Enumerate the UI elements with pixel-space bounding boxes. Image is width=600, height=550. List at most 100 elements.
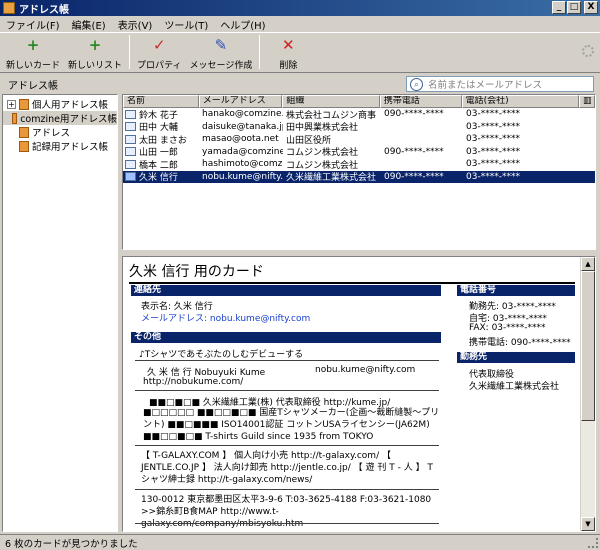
search-icon: ⌕ <box>410 77 423 91</box>
column-header-name[interactable]: 名前 <box>123 95 199 108</box>
menu-help[interactable]: ヘルプ(H) <box>214 17 271 32</box>
contact-section-header: 連絡先 <box>131 285 441 296</box>
table-row[interactable]: 山田 一郎 yamada@comzine.net コムジン株式会社 090-**… <box>123 146 595 159</box>
toolbar-separator <box>259 35 261 69</box>
title-bar: アドレス帳 _ □ X <box>0 0 600 16</box>
memo-line-1: ♪Tシャツであそぶたのしむデビューする <box>139 350 304 360</box>
row-work-phone: 03-****-**** <box>466 159 520 170</box>
status-bar: 6 枚のカードが見つかりました <box>0 534 600 550</box>
tree-item-address[interactable]: アドレス <box>3 125 117 139</box>
row-email: hashimoto@comzine... <box>202 159 283 170</box>
close-button[interactable]: X <box>584 1 598 14</box>
row-org: 田中興業株式会社 <box>286 123 359 134</box>
row-org: 株式会社コムジン商事 <box>286 110 377 121</box>
row-name: 太田 まさお <box>139 135 187 146</box>
list-header: 名前 メールアドレス 組織 携帯電話 電話(会社) ▥ <box>123 95 595 108</box>
scroll-thumb[interactable] <box>581 271 595 421</box>
new-list-button[interactable]: + 新しいリスト <box>64 33 126 71</box>
row-work-phone: 03-****-**** <box>466 146 520 157</box>
delete-button[interactable]: ✕ 削除 <box>263 33 313 71</box>
row-work-phone: 03-****-**** <box>466 121 520 132</box>
compose-button[interactable]: ✎ メッセージ作成 <box>186 33 257 71</box>
memo-divider <box>135 360 439 361</box>
table-row[interactable]: 田中 大輔 daisuke@tanaka.jp 田中興業株式会社 03-****… <box>123 121 595 134</box>
expand-icon[interactable]: + <box>7 99 16 109</box>
tree-item-label: comzine用アドレス帳 <box>20 114 117 125</box>
new-card-label: 新しいカード <box>6 61 61 71</box>
window-controls: _ □ X <box>552 1 598 14</box>
row-name: 久米 信行 <box>139 173 178 184</box>
tree-item-record[interactable]: 記録用アドレス帳 <box>3 139 117 153</box>
row-mobile: 090-****-**** <box>384 109 444 120</box>
row-email: masao@oota.net <box>202 134 279 145</box>
memo-email: nobu.kume@nifty.com <box>315 365 416 375</box>
row-work-phone: 03-****-**** <box>466 109 520 120</box>
card-view: 久米 信行 用のカード 連絡先 表示名: 久米 信行 メールアドレス: nobu… <box>122 256 596 532</box>
addressbook-icon <box>19 140 29 152</box>
compose-icon: ✎ <box>214 36 228 54</box>
table-row-selected[interactable]: 久米 信行 nobu.kume@nifty.com 久米繊維工業株式会社 090… <box>123 170 595 184</box>
compose-label: メッセージ作成 <box>189 61 253 71</box>
menu-file[interactable]: ファイル(F) <box>0 17 66 32</box>
memo-divider <box>135 390 439 391</box>
properties-icon: ✓ <box>152 36 166 54</box>
column-header-mobile[interactable]: 携帯電話 <box>379 95 462 108</box>
email-link[interactable]: nobu.kume@nifty.com <box>210 314 310 324</box>
tree-item-label: 個人用アドレス帳 <box>32 100 109 111</box>
addressbook-icon <box>11 112 18 124</box>
memo-divider <box>135 523 439 524</box>
work-org: 久米繊維工業株式会社 <box>469 382 560 392</box>
toolbar-separator <box>129 35 131 69</box>
email-line: メールアドレス: nobu.kume@nifty.com <box>141 311 310 324</box>
work-section-header: 勤務先 <box>457 352 575 363</box>
menu-tools[interactable]: ツール(T) <box>158 17 214 32</box>
card-icon <box>125 134 136 144</box>
card-icon <box>125 147 136 157</box>
new-card-icon: + <box>26 36 40 54</box>
toolbar: + 新しいカード + 新しいリスト ✓ プロパティ ✎ メッセージ作成 ✕ 削除 <box>0 33 600 73</box>
maximize-button[interactable]: □ <box>567 1 581 14</box>
scroll-up-icon[interactable]: ▲ <box>581 257 595 271</box>
row-org: 久米繊維工業株式会社 <box>286 173 377 184</box>
scroll-down-icon[interactable]: ▼ <box>581 517 595 531</box>
table-row[interactable]: 橋本 二郎 hashimoto@comzine... コムジン株式会社 03-*… <box>123 158 595 171</box>
contacts-list: 名前 メールアドレス 組織 携帯電話 電話(会社) ▥ 鈴木 花子 hanako… <box>122 94 596 250</box>
new-list-icon: + <box>88 36 102 54</box>
menu-edit[interactable]: 編集(E) <box>66 17 112 32</box>
other-section-header: その他 <box>131 332 441 343</box>
row-name: 鈴木 花子 <box>139 110 178 121</box>
properties-label: プロパティ <box>137 61 182 71</box>
new-card-button[interactable]: + 新しいカード <box>2 33 64 71</box>
tree-item-comzine[interactable]: comzine用アドレス帳 <box>3 111 117 125</box>
row-name: 橋本 二郎 <box>139 160 178 171</box>
row-mobile: 090-****-**** <box>384 146 444 157</box>
column-header-org[interactable]: 組織 <box>282 95 380 108</box>
row-mobile: 090-****-**** <box>384 171 444 182</box>
minimize-button[interactable]: _ <box>552 1 566 14</box>
tree-item-personal[interactable]: + 個人用アドレス帳 <box>3 97 117 111</box>
window-title: アドレス帳 <box>19 4 69 16</box>
row-email: nobu.kume@nifty.com <box>202 171 283 182</box>
column-header-work-phone[interactable]: 電話(会社) <box>461 95 580 108</box>
phone-mobile: 携帯電話: 090-****-**** <box>469 338 571 348</box>
memo-address: 130-0012 東京都墨田区太平3-9-6 T:03-3625-4188 F:… <box>141 495 432 529</box>
row-name: 山田 一郎 <box>139 148 178 159</box>
search-input[interactable]: ⌕ 名前またはメールアドレス <box>406 76 594 92</box>
tree-item-label: アドレス <box>32 128 71 139</box>
pane-title: アドレス帳 <box>8 80 58 92</box>
app-icon <box>3 2 15 14</box>
table-row[interactable]: 鈴木 花子 hanako@comzine.co... 株式会社コムジン商事 09… <box>123 108 595 121</box>
card-icon <box>125 122 136 132</box>
card-scrollbar[interactable]: ▲ ▼ <box>580 257 595 531</box>
memo-description: ■□□□□□ ■■□□■□■ 国産Tシャツメーカー(企画〜裁断縫製〜プリント) … <box>143 408 440 442</box>
row-work-phone: 03-****-**** <box>466 171 520 182</box>
column-picker-icon[interactable]: ▥ <box>579 95 595 108</box>
card-icon <box>125 159 136 169</box>
row-work-phone: 03-****-**** <box>466 134 520 145</box>
resize-grip-icon[interactable] <box>588 538 598 548</box>
table-row[interactable]: 太田 まさお masao@oota.net 山田区役所 03-****-**** <box>123 133 595 146</box>
phone-fax: FAX: 03-****-**** <box>469 323 546 333</box>
menu-view[interactable]: 表示(V) <box>112 17 159 32</box>
properties-button[interactable]: ✓ プロパティ <box>133 33 185 71</box>
column-header-email[interactable]: メールアドレス <box>198 95 283 108</box>
